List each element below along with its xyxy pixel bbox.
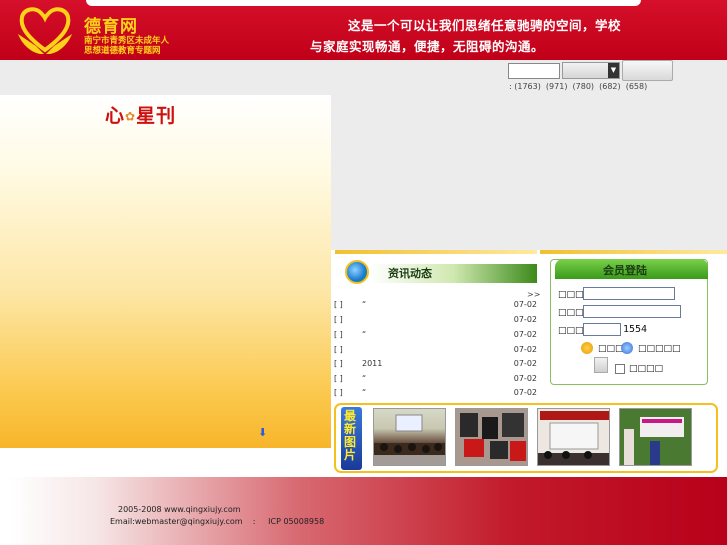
chevron-down-icon[interactable]: ▼ xyxy=(608,63,619,78)
news-item-category: [ ] xyxy=(334,300,343,309)
news-item[interactable]: [ ] 07-02 xyxy=(334,345,537,359)
search-input[interactable] xyxy=(508,63,560,79)
verification-code-field[interactable] xyxy=(583,323,621,336)
slogan-line1: 这是一个可以让我们思绪任意驰骋的空间，学校 xyxy=(348,18,622,33)
news-item-category: [ ] xyxy=(334,388,343,397)
classroom-photo[interactable] xyxy=(373,408,446,466)
news-item-title[interactable]: 2011 xyxy=(362,359,382,368)
news-item-title[interactable]: “ xyxy=(362,388,366,397)
news-item-date: 07-02 xyxy=(513,374,537,383)
verification-code-value: 1554 xyxy=(623,324,648,335)
news-item[interactable]: [ ] 2011 07-02 xyxy=(334,359,537,373)
news-item[interactable]: [ ] “ 07-02 xyxy=(334,300,537,314)
register-icon[interactable] xyxy=(581,342,593,354)
logo-subtitle-line2: 思想道德教育专题网 xyxy=(84,46,161,56)
protest-photo-art xyxy=(456,409,527,465)
login-panel-divider xyxy=(540,250,727,254)
news-item-date: 07-02 xyxy=(513,300,537,309)
search-category-counts: : (1763) (971) (780) (682) (658) xyxy=(509,82,648,91)
news-header xyxy=(340,260,537,284)
header-top-tab xyxy=(86,0,641,6)
login-button[interactable] xyxy=(594,357,608,373)
classroom-photo-art xyxy=(374,414,445,465)
news-item-title[interactable]: “ xyxy=(362,300,366,309)
magazine-title-part1: 心 xyxy=(105,105,126,127)
remember-checkbox[interactable] xyxy=(615,364,625,374)
forgot-password-icon[interactable] xyxy=(621,342,633,354)
banner-area xyxy=(331,95,727,250)
news-item[interactable]: [ ] 07-02 xyxy=(334,315,537,329)
magazine-panel xyxy=(0,95,331,448)
presentation-photo-art xyxy=(538,409,609,465)
news-item-category: [ ] xyxy=(334,374,343,383)
magazine-title-part2: 星刊 xyxy=(136,105,177,127)
search-category-select[interactable]: ▼ xyxy=(562,62,620,79)
slogan-line2: 与家庭实现畅通，便捷，无阻碍的沟通。 xyxy=(310,39,545,54)
footer-contact[interactable]: Email:webmaster@qingxiujy.com : ICP 0500… xyxy=(110,517,324,526)
outdoor-event-photo-art xyxy=(620,409,691,465)
search-button[interactable] xyxy=(622,60,673,81)
down-arrow-icon[interactable]: ⬇ xyxy=(258,426,267,439)
news-item-date: 07-02 xyxy=(513,315,537,324)
flower-icon: ✿ xyxy=(125,109,137,124)
news-item-date: 07-02 xyxy=(513,388,537,397)
news-item-category: [ ] xyxy=(334,330,343,339)
news-more-link[interactable]: >> xyxy=(527,290,540,299)
heart-hands-logo-icon[interactable] xyxy=(16,4,74,56)
news-item-category: [ ] xyxy=(334,345,343,354)
news-item-category: [ ] xyxy=(334,359,343,368)
outdoor-event-photo[interactable] xyxy=(619,408,692,466)
remember-label: □□□□ xyxy=(629,364,664,374)
news-item-title[interactable]: “ xyxy=(362,330,366,339)
news-item[interactable]: [ ] “ 07-02 xyxy=(334,330,537,344)
news-item-category: [ ] xyxy=(334,315,343,324)
presentation-photo[interactable] xyxy=(537,408,610,466)
protest-photo[interactable] xyxy=(455,408,528,466)
magazine-title[interactable]: 心✿星刊 xyxy=(105,101,176,128)
news-item-title[interactable]: “ xyxy=(362,374,366,383)
news-item-date: 07-02 xyxy=(513,330,537,339)
news-title: 资讯动态 xyxy=(388,267,432,280)
globe-icon xyxy=(345,260,369,284)
news-item[interactable]: [ ] “ 07-02 xyxy=(334,374,537,388)
login-title: 会员登陆 xyxy=(603,264,647,277)
news-panel-divider xyxy=(335,250,537,254)
latest-photos-label: 最新图片 xyxy=(344,409,357,462)
footer-copyright: 2005-2008 www.qingxiujy.com xyxy=(118,505,241,514)
news-item-date: 07-02 xyxy=(513,359,537,368)
forgot-password-link[interactable]: □□□□□ xyxy=(638,344,681,354)
news-item[interactable]: [ ] “ 07-02 xyxy=(334,388,537,402)
password-field[interactable] xyxy=(583,305,681,318)
news-item-date: 07-02 xyxy=(513,345,537,354)
username-field[interactable] xyxy=(583,287,675,300)
